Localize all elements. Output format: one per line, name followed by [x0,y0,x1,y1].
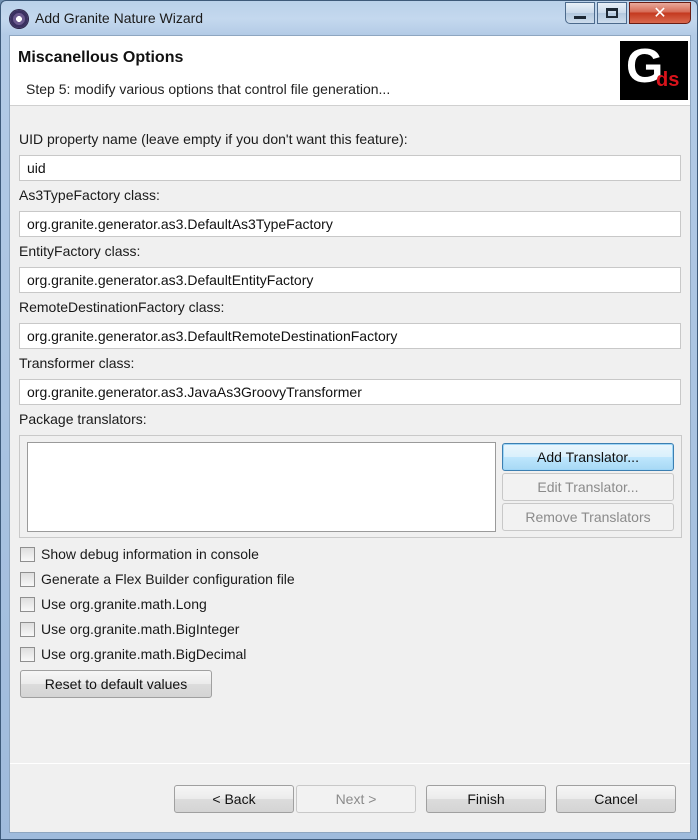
remove-translators-button[interactable]: Remove Translators [502,503,674,531]
as3typefactory-input[interactable]: org.granite.generator.as3.DefaultAs3Type… [19,211,681,237]
translators-list[interactable] [27,442,496,532]
use-math-biginteger-checkbox[interactable]: Use org.granite.math.BigInteger [20,620,239,638]
package-translators-label: Package translators: [19,411,147,427]
minimize-button[interactable] [565,2,595,24]
as3typefactory-label: As3TypeFactory class: [19,187,160,203]
checkbox-label: Generate a Flex Builder configuration fi… [41,571,295,587]
next-button[interactable]: Next > [296,785,416,813]
checkbox-box[interactable] [20,546,35,562]
title-bar[interactable]: Add Granite Nature Wizard ✕ [1,1,697,35]
close-button[interactable]: ✕ [629,2,691,24]
checkbox-box[interactable] [20,621,35,637]
back-button[interactable]: < Back [174,785,294,813]
logo-suffix: ds [656,69,680,91]
flex-builder-config-checkbox[interactable]: Generate a Flex Builder configuration fi… [20,570,295,588]
wizard-client-area: Miscanellous Options Step 5: modify vari… [9,35,691,833]
transformer-input[interactable]: org.granite.generator.as3.JavaAs3GroovyT… [19,379,681,405]
add-translator-button[interactable]: Add Translator... [502,443,674,471]
maximize-button[interactable] [597,2,627,24]
cancel-button[interactable]: Cancel [556,785,676,813]
use-math-long-checkbox[interactable]: Use org.granite.math.Long [20,595,207,613]
maximize-icon [606,8,618,18]
show-debug-checkbox[interactable]: Show debug information in console [20,545,259,563]
checkbox-label: Use org.granite.math.Long [41,596,207,612]
window-title: Add Granite Nature Wizard [35,10,204,26]
close-icon: ✕ [653,5,667,22]
uid-property-label: UID property name (leave empty if you do… [19,131,408,147]
minimize-icon [574,15,586,19]
checkbox-box[interactable] [20,571,35,587]
use-math-bigdecimal-checkbox[interactable]: Use org.granite.math.BigDecimal [20,645,246,663]
checkbox-box[interactable] [20,596,35,612]
entityfactory-label: EntityFactory class: [19,243,141,259]
checkbox-label: Use org.granite.math.BigDecimal [41,646,247,662]
wizard-window: Add Granite Nature Wizard ✕ Miscanellous… [0,0,698,840]
eclipse-app-icon [10,10,28,28]
remotedestinationfactory-label: RemoteDestinationFactory class: [19,299,225,315]
checkbox-box[interactable] [20,646,35,662]
checkbox-label: Show debug information in console [41,546,259,562]
edit-translator-button[interactable]: Edit Translator... [502,473,674,501]
uid-property-input[interactable]: uid [19,155,681,181]
granite-logo: G ds [620,41,688,100]
reset-defaults-button[interactable]: Reset to default values [20,670,212,698]
page-description: Step 5: modify various options that cont… [26,81,391,97]
finish-button[interactable]: Finish [426,785,546,813]
wizard-banner: Miscanellous Options Step 5: modify vari… [10,36,690,106]
page-title: Miscanellous Options [18,49,184,66]
package-translators-group: Add Translator... Edit Translator... Rem… [19,435,682,538]
footer-separator [10,763,690,764]
remotedestinationfactory-input[interactable]: org.granite.generator.as3.DefaultRemoteD… [19,323,681,349]
entityfactory-input[interactable]: org.granite.generator.as3.DefaultEntityF… [19,267,681,293]
checkbox-label: Use org.granite.math.BigInteger [41,621,240,637]
transformer-label: Transformer class: [19,355,135,371]
